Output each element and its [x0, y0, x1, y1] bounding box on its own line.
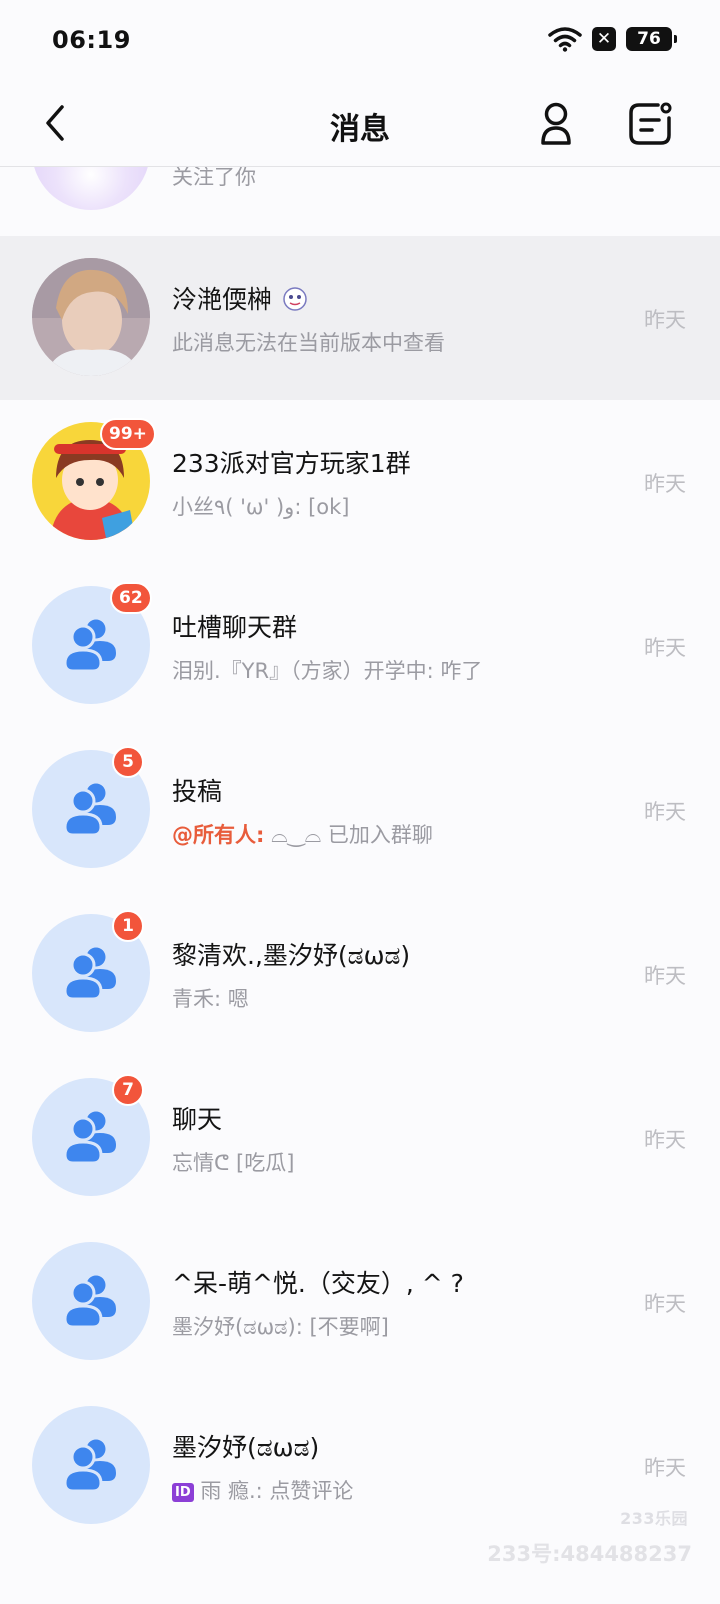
group-icon [63, 1439, 116, 1493]
status-bar: 06:19 ✕ 76 [0, 0, 720, 80]
conversation-title: 聊天 [172, 1105, 223, 1134]
conversation-time: 昨天 [644, 472, 686, 496]
person-icon [541, 102, 571, 145]
watermark-account: 233号:484488237 [487, 1542, 692, 1566]
conversation-time: 昨天 [644, 308, 686, 332]
conversation-title: ^呆-萌^悦.（交友）, ^ ? [172, 1269, 464, 1298]
mention-all: @所有人: [172, 823, 265, 847]
conversation-time: 昨天 [644, 964, 686, 988]
conversation-title: 黎清欢.,墨汐妤(ಡωಡ) [172, 941, 411, 970]
conversation-title: 投稿 [172, 777, 223, 806]
close-box-icon: ✕ [592, 27, 616, 51]
watermark-brand: 233乐园 [620, 1509, 688, 1528]
unread-badge: 62 [110, 582, 152, 614]
conversation-title: 墨汐妤(ಡωಡ) [172, 1433, 320, 1462]
status-time: 06:19 [52, 26, 131, 54]
conversation-row-partial[interactable]: 关注了你 [0, 167, 720, 234]
id-tag: ID [172, 1483, 194, 1502]
group-icon [63, 1111, 116, 1165]
message-settings-icon [629, 102, 672, 145]
group-icon [63, 1275, 116, 1329]
contacts-button[interactable] [532, 100, 580, 148]
conversation-row[interactable]: 7 聊天 忘情ᕦ [吃瓜] 昨天 [0, 1056, 720, 1220]
message-settings-button[interactable] [626, 100, 674, 148]
conversation-subtitle: 小丝٩( 'ω' )و: [ok] [172, 495, 350, 519]
conversation-list[interactable]: 关注了你 泠滟偄榊 此消息无法在当前版本中查看 昨天 99+ 233派对官方玩家… [0, 167, 720, 1604]
conversation-time: 昨天 [644, 1292, 686, 1316]
conversation-row[interactable]: 62 吐槽聊天群 泪别.『YR』（方家）开学中: 咋了 昨天 [0, 564, 720, 728]
group-avatar [32, 1242, 150, 1360]
conversation-subtitle: @所有人: ⌓‿⌓ 已加入群聊 [172, 823, 433, 847]
avatar [32, 167, 150, 210]
unread-badge: 7 [112, 1074, 144, 1106]
conversation-subtitle: 青禾: 嗯 [172, 987, 249, 1011]
conversation-row[interactable]: 墨汐妤(ಡωಡ) ID 雨 瘾.: 点赞评论 昨天 [0, 1384, 720, 1548]
emoji-icon [283, 287, 307, 311]
conversation-row[interactable]: 1 黎清欢.,墨汐妤(ಡωಡ) 青禾: 嗯 昨天 [0, 892, 720, 1056]
group-icon [63, 783, 116, 837]
conversation-row[interactable]: 5 投稿 @所有人: ⌓‿⌓ 已加入群聊 昨天 [0, 728, 720, 892]
conversation-time: 昨天 [644, 1128, 686, 1152]
nav-bar: 消息 [0, 80, 720, 167]
conversation-title: 233派对官方玩家1群 [172, 449, 411, 478]
unread-badge: 1 [112, 910, 144, 942]
conversation-time: 昨天 [644, 1456, 686, 1480]
avatar-image [32, 258, 150, 376]
conversation-subtitle: ID 雨 瘾.: 点赞评论 [172, 1475, 353, 1505]
status-icons: ✕ 76 [548, 26, 677, 52]
conversation-subtitle: 此消息无法在当前版本中查看 [172, 331, 445, 355]
conversation-time: 昨天 [644, 636, 686, 660]
conversation-subtitle: 关注了你 [172, 167, 256, 189]
battery-level: 76 [637, 29, 661, 49]
conversation-subtitle: 泪别.『YR』（方家）开学中: 咋了 [172, 659, 483, 683]
avatar [32, 258, 150, 376]
page-title: 消息 [330, 112, 390, 147]
unread-badge: 99+ [100, 418, 156, 450]
conversation-title: 泠滟偄榊 [172, 280, 308, 316]
conversation-title: 吐槽聊天群 [172, 613, 298, 642]
unread-badge: 5 [112, 746, 144, 778]
conversation-subtitle: 忘情ᕦ [吃瓜] [172, 1151, 295, 1175]
group-icon [63, 947, 116, 1001]
conversation-time: 昨天 [644, 800, 686, 824]
conversation-subtitle: 墨汐妤(ಡωಡ): [不要啊] [172, 1315, 389, 1339]
wifi-icon [548, 27, 582, 52]
battery-icon: 76 [626, 27, 677, 51]
group-avatar [32, 1406, 150, 1524]
group-icon [63, 619, 116, 673]
conversation-row[interactable]: 99+ 233派对官方玩家1群 小丝٩( 'ω' )و: [ok] 昨天 [0, 400, 720, 564]
conversation-row[interactable]: 泠滟偄榊 此消息无法在当前版本中查看 昨天 [0, 236, 720, 400]
conversation-row[interactable]: ^呆-萌^悦.（交友）, ^ ? 墨汐妤(ಡωಡ): [不要啊] 昨天 [0, 1220, 720, 1384]
